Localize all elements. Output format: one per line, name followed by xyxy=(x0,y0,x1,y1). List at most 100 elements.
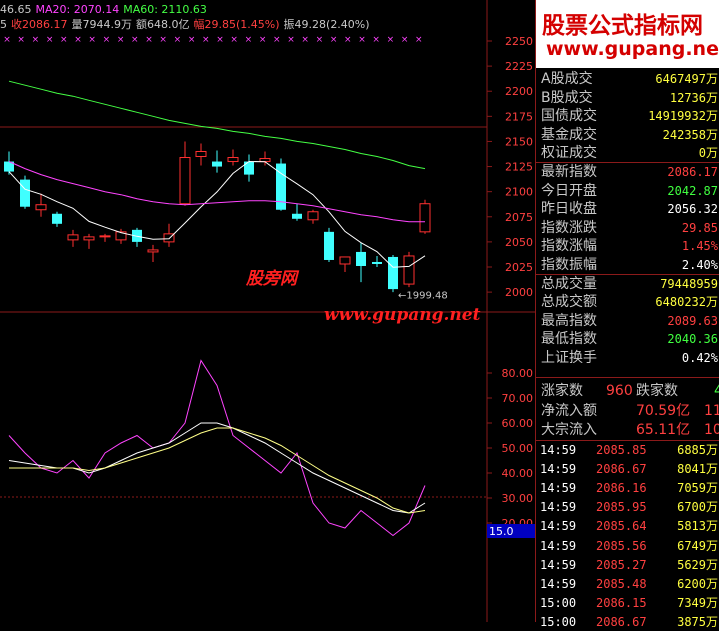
tick-time: 14:59 xyxy=(540,462,577,477)
price-tick-label: 2225 xyxy=(505,60,533,73)
header-quote-line: 5 收2086.17 量7944.9万 额648.0亿 幅29.85(1.45%) 振49… xyxy=(0,18,374,32)
candle-body xyxy=(179,157,191,205)
tick-time: 14:59 xyxy=(540,443,577,457)
quote-value: 29.85 xyxy=(681,220,718,235)
site-logo: 股票公式指标网 www.gupang.net xyxy=(536,0,719,68)
period-marker: × xyxy=(145,35,153,45)
flow-item: 65.11亿 xyxy=(636,422,691,438)
period-marker: × xyxy=(60,35,68,45)
quote-value: 1.45% xyxy=(681,239,718,254)
quote-row: 上证换手 0.42% xyxy=(536,349,719,367)
header-item: 量7944.9万 xyxy=(71,18,133,31)
quote-value: 12736万 xyxy=(669,90,718,105)
flow-item: 10 xyxy=(704,422,719,438)
flow-item: 大宗流入 xyxy=(541,422,597,438)
candle-body xyxy=(324,231,334,260)
tick-volume: 8041万 xyxy=(677,462,718,477)
period-marker: × xyxy=(273,35,281,45)
quote-value: 2086.17 xyxy=(667,165,718,179)
quote-label: 最新指数 xyxy=(541,164,597,180)
quote-row: 权证成交 0万 xyxy=(536,144,719,162)
quote-value: 0.42% xyxy=(681,351,718,365)
tick-price: 2086.67 xyxy=(596,462,647,477)
tick-volume: 5629万 xyxy=(677,557,718,572)
price-tick-label: 2200 xyxy=(505,85,533,98)
ind-tick-label: 30.00 xyxy=(502,492,534,505)
period-marker: × xyxy=(216,35,224,45)
low-price-marker: ←1999.48 xyxy=(398,291,448,302)
header-item: 幅29.85(1.45%) xyxy=(193,18,280,31)
period-marker: × xyxy=(316,35,324,45)
tick-volume: 6200万 xyxy=(677,576,718,591)
tick-row[interactable]: 14:59 2085.56 6749万 xyxy=(536,537,719,555)
ind-line-3 xyxy=(9,427,426,514)
tick-row[interactable]: 14:59 2085.95 6700万 xyxy=(536,498,719,516)
quote-value: 2056.32 xyxy=(667,202,718,217)
candle-body xyxy=(67,234,79,241)
candle-body xyxy=(307,211,319,221)
tick-row[interactable]: 14:59 2085.64 5813万 xyxy=(536,517,719,535)
quote-label: 指数涨幅 xyxy=(541,238,597,255)
tick-row[interactable]: 14:59 2086.67 8041万 xyxy=(536,460,719,478)
tick-volume: 7349万 xyxy=(677,595,718,610)
header-item: MA20: 2070.14 xyxy=(35,3,120,16)
ind-marker-label: 15.0 xyxy=(489,525,514,538)
quote-value: 242358万 xyxy=(662,127,718,142)
watermark-cn: 股旁网 xyxy=(245,269,300,289)
quote-label: 最高指数 xyxy=(541,312,597,329)
candle-body xyxy=(292,213,302,219)
header-item: MA60: 2110.63 xyxy=(123,3,207,16)
tick-price: 2085.48 xyxy=(596,576,647,591)
tick-row[interactable]: 14:59 2085.27 5629万 xyxy=(536,556,719,574)
quote-label: 国债成交 xyxy=(541,108,597,125)
tick-row[interactable]: 14:59 2085.48 6200万 xyxy=(536,575,719,593)
tick-row[interactable]: 14:59 2086.16 7059万 xyxy=(536,479,719,497)
flow-item: 70.59亿 xyxy=(636,403,691,419)
breadth-item: 涨家数 xyxy=(541,383,583,399)
quote-row: 总成交量 79448959 xyxy=(536,275,719,293)
quote-value: 2040.36 xyxy=(667,332,718,347)
price-tick-label: 2150 xyxy=(505,135,533,148)
candle-body xyxy=(227,157,239,163)
period-marker: × xyxy=(74,35,82,45)
quote-value: 6480232万 xyxy=(655,295,718,310)
tick-row[interactable]: 15:00 2086.15 7349万 xyxy=(536,594,719,612)
ind-tick-label: 50.00 xyxy=(502,442,534,455)
kline-chart[interactable]: × × × × × × × × × × × × × × × × × × × × × × × × × × × × × × 2250 2225 22… xyxy=(0,0,535,622)
price-tick-label: 2075 xyxy=(505,211,533,224)
candle-body xyxy=(52,213,62,224)
header-item: 5 xyxy=(0,18,7,31)
quote-value: 0万 xyxy=(698,146,718,161)
quote-row: 指数振幅 2.40% xyxy=(536,256,719,274)
tick-price: 2085.56 xyxy=(596,538,647,553)
tick-price: 2085.27 xyxy=(596,557,647,572)
tick-volume: 6749万 xyxy=(677,538,718,553)
candle-body xyxy=(35,204,47,211)
tick-price: 2086.15 xyxy=(596,595,647,610)
quote-row: 基金成交 242358万 xyxy=(536,126,719,144)
tick-volume: 5813万 xyxy=(677,519,718,534)
price-tick-label: 2050 xyxy=(505,236,533,249)
tick-row[interactable]: 14:59 2085.85 6885万 xyxy=(536,441,719,459)
tick-price: 2086.16 xyxy=(596,481,647,496)
candle-body xyxy=(372,261,382,264)
period-marker: × xyxy=(372,35,380,45)
period-marker: × xyxy=(230,35,238,45)
ind-tick-label: 40.00 xyxy=(502,467,534,480)
flow-row: 净流入额 70.59亿 11 xyxy=(536,402,719,420)
period-marker: × xyxy=(202,35,210,45)
quote-label: 上证换手 xyxy=(541,350,597,366)
price-tick-label: 2250 xyxy=(505,35,533,48)
candle-body xyxy=(99,235,111,238)
tick-time: 14:59 xyxy=(540,519,577,534)
header-item: 46.65 xyxy=(0,3,32,16)
quote-label: 指数涨跌 xyxy=(541,219,597,236)
period-marker: × xyxy=(131,35,139,45)
tick-price: 2085.85 xyxy=(596,443,647,457)
breadth-item: 4 xyxy=(714,383,719,399)
period-marker: × xyxy=(174,35,182,45)
candle-body xyxy=(388,256,398,290)
period-marker: × xyxy=(46,35,54,45)
quote-row: 最新指数 2086.17 xyxy=(536,163,719,181)
header-item: 振49.28(2.40%) xyxy=(283,18,370,31)
